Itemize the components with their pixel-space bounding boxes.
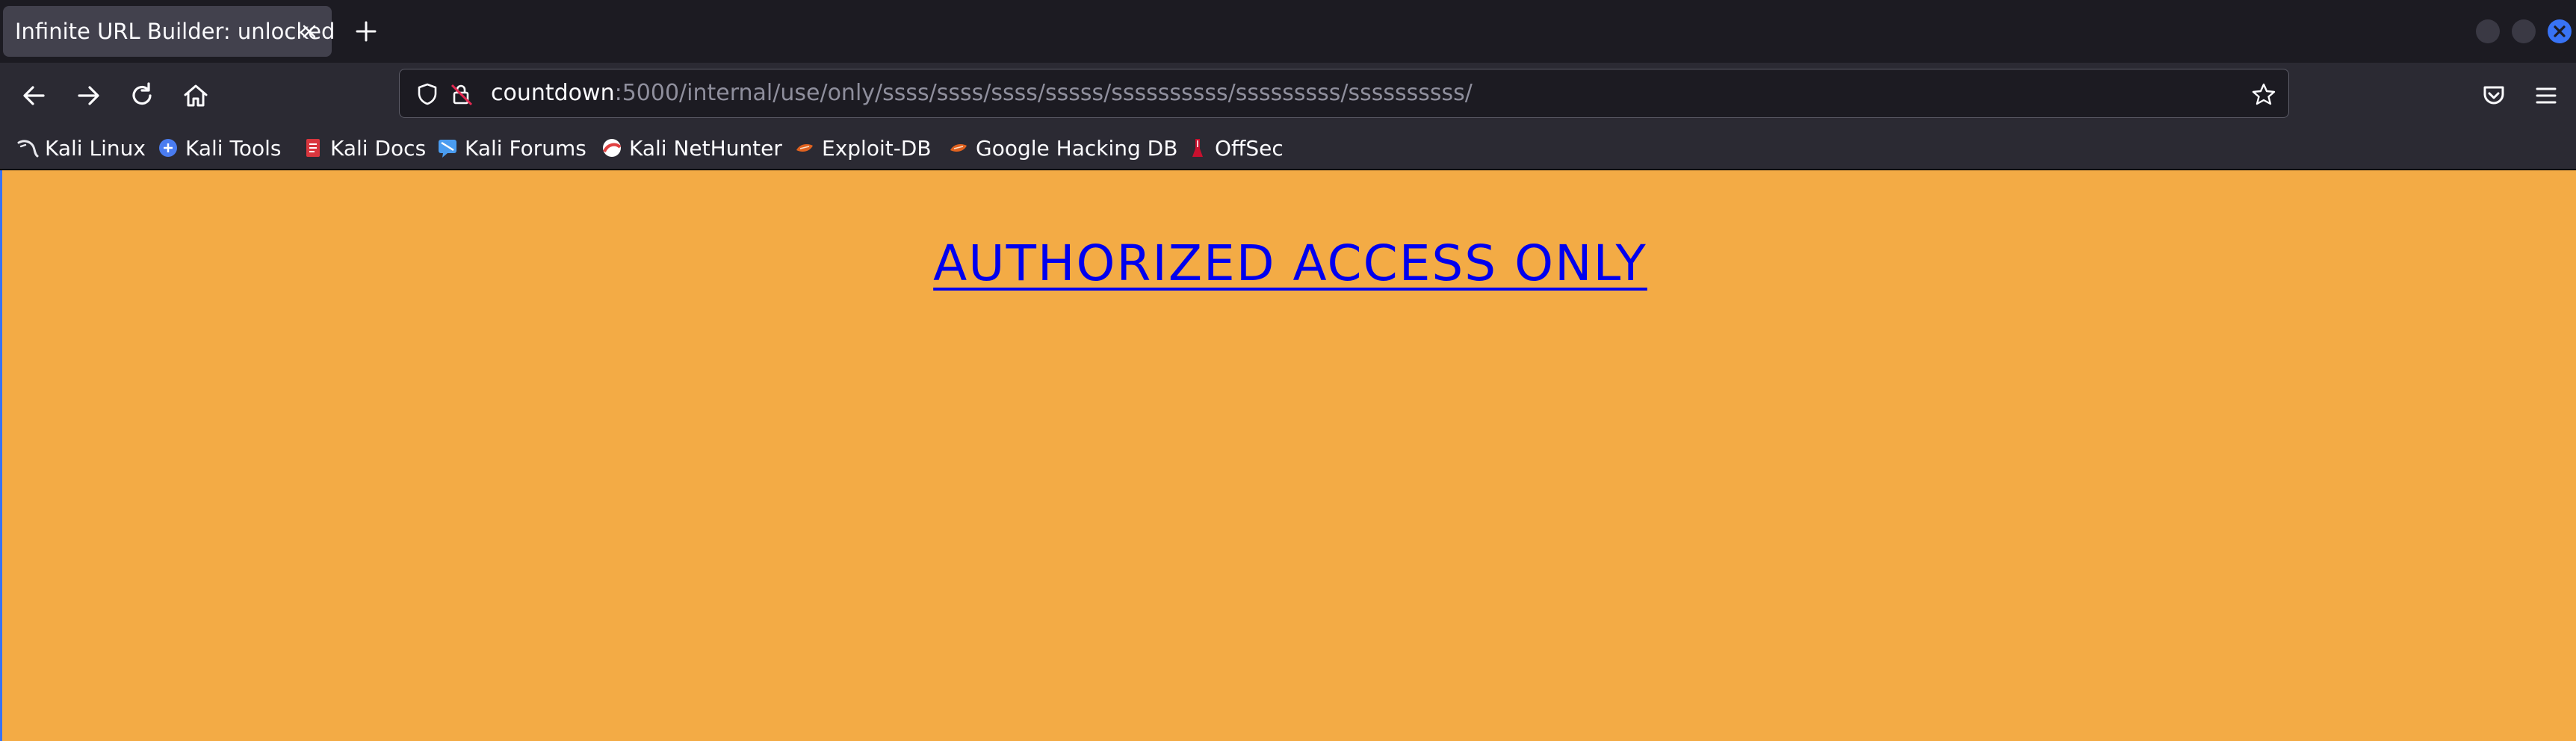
navigation-toolbar: countdown:5000/internal/use/only/ssss/ss…	[0, 63, 2576, 127]
bookmark-offsec[interactable]: OffSec	[1186, 127, 1284, 169]
offsec-icon	[1192, 139, 1203, 157]
home-icon[interactable]	[179, 79, 212, 112]
bookmark-exploit-db[interactable]: Exploit-DB	[793, 127, 932, 169]
hamburger-menu-icon[interactable]	[2530, 79, 2563, 112]
page-heading: AUTHORIZED ACCESS ONLY	[2, 235, 2576, 292]
minimize-window-button[interactable]	[2476, 19, 2500, 43]
close-window-icon	[2554, 25, 2566, 37]
authorized-access-link[interactable]: AUTHORIZED ACCESS ONLY	[933, 235, 1647, 292]
url-path: :5000/internal/use/only/ssss/ssss/ssss/s…	[614, 80, 1473, 106]
maximize-window-button[interactable]	[2512, 19, 2536, 43]
forward-arrow-icon[interactable]	[72, 79, 105, 112]
bookmark-kali-forums[interactable]: Kali Forums	[436, 127, 586, 169]
new-tab-icon[interactable]	[351, 16, 381, 46]
kali-forums-icon	[439, 140, 456, 158]
pocket-icon[interactable]	[2477, 79, 2510, 112]
back-arrow-icon[interactable]	[18, 79, 51, 112]
bookmark-google-hacking-db[interactable]: Google Hacking DB	[947, 127, 1177, 169]
bookmark-kali-linux[interactable]: Kali Linux	[16, 127, 146, 169]
address-bar[interactable]: countdown:5000/internal/use/only/ssss/ss…	[399, 69, 2289, 118]
url-text[interactable]: countdown:5000/internal/use/only/ssss/ss…	[491, 69, 1473, 117]
bookmark-kali-nethunter[interactable]: Kali NetHunter	[601, 127, 782, 169]
bookmarks-toolbar: Kali Linux Kali Tools Kali Docs Kali For…	[0, 127, 2576, 170]
kali-dragon-icon	[17, 140, 39, 158]
tab-title: Infinite URL Builder: unlocked	[15, 19, 335, 44]
reload-icon[interactable]	[126, 79, 158, 112]
url-host: countdown	[491, 80, 615, 106]
kali-docs-icon	[306, 139, 320, 157]
exploit-db-icon	[796, 144, 813, 152]
close-tab-icon[interactable]	[300, 22, 318, 40]
bookmark-star-icon[interactable]	[2251, 81, 2276, 107]
tracking-protection-shield-icon[interactable]	[415, 81, 440, 107]
page-content: AUTHORIZED ACCESS ONLY	[0, 170, 2576, 741]
ghdb-icon	[950, 144, 967, 152]
insecure-lock-icon[interactable]	[449, 81, 474, 107]
kali-nethunter-icon	[603, 139, 622, 157]
bookmark-kali-docs[interactable]: Kali Docs	[302, 127, 426, 169]
browser-tab[interactable]: Infinite URL Builder: unlocked	[3, 6, 335, 57]
kali-tools-icon	[159, 139, 177, 157]
bookmark-kali-tools[interactable]: Kali Tools	[157, 127, 281, 169]
tab-strip: Infinite URL Builder: unlocked	[0, 0, 2576, 63]
close-window-button[interactable]	[2548, 19, 2572, 43]
